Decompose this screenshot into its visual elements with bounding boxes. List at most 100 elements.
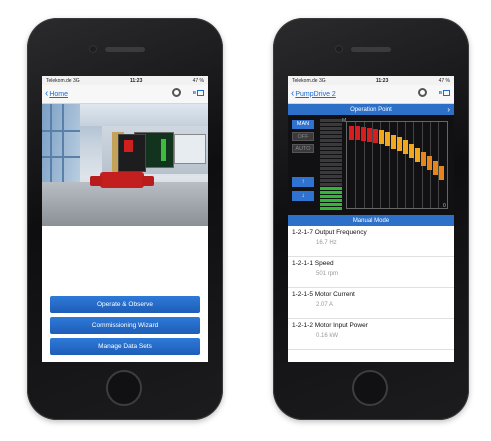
parameter-value: 0.16 kW [316,333,339,339]
bargraph-segment [320,179,342,182]
curve-segment [355,126,360,141]
curve-segment [427,156,432,171]
parameter-value: 2.07 A [316,302,334,308]
mode-off-button[interactable]: OFF [292,132,314,141]
curve-segment [373,128,378,143]
screen-home: Telekom.de 3G 11:23 47 % ‹ Home ʙ Operat… [42,76,208,362]
curve-segment [385,132,390,147]
operate-observe-button[interactable]: Operate & Observe [50,296,200,313]
bargraph-segment [320,119,342,122]
status-bar: Telekom.de 3G 11:23 47 % [42,76,208,85]
chevron-left-icon: ‹ [45,88,49,99]
bargraph-segment [320,171,342,174]
curve-segment [439,166,444,180]
parameter-label: 1-2-1-5 Motor Current [292,291,355,298]
chevron-right-icon: › [447,105,450,114]
curve-segment [403,140,408,155]
manual-mode-title: Manual Mode [352,217,390,224]
bargraph-segment [320,131,342,134]
status-time: 11:23 [129,77,143,84]
home-button[interactable] [352,370,388,406]
bargraph-segment [320,203,342,206]
bargraph-segment [320,207,342,210]
parameter-label: 1-2-1-2 Motor Input Power [292,322,368,329]
axis-bottom-label: 0 [443,203,446,209]
curve-segment [409,143,414,158]
bargraph-segment [320,199,342,202]
bargraph-segment [320,127,342,130]
camera-icon [335,45,343,53]
manual-mode-header: Manual Mode [288,215,454,226]
bluetooth-device-icon[interactable]: ʙ [193,89,204,96]
status-battery: 47 % [438,77,450,84]
bargraph-segment [320,155,342,158]
parameter-value: 501 rpm [316,271,339,277]
manage-data-sets-button[interactable]: Manage Data Sets [50,338,200,355]
back-button[interactable]: ‹ Home [45,88,69,99]
speaker-grille [351,47,391,52]
status-carrier: Telekom.de 3G [46,77,80,84]
back-label: PumpDrive 2 [295,90,336,98]
speed-bargraph [320,119,342,211]
axis-top-label: M [342,118,347,124]
increase-button[interactable]: ↑ [292,177,314,187]
list-item[interactable]: 1-2-1-2 Motor Input Power 0.16 kW [288,319,454,350]
back-button[interactable]: ‹ PumpDrive 2 [291,88,336,99]
nav-bar: ‹ Home ʙ [42,85,208,104]
operation-point-panel: MAN OFF AUTO ↑ ↓ M 0 [288,115,454,215]
status-time: 11:23 [375,77,389,84]
curve-segment [349,126,354,140]
bargraph-segment [320,139,342,142]
screen-pumpdrive: Telekom.de 3G 11:23 47 % ‹ PumpDrive 2 ʙ… [288,76,454,362]
curve-segment [391,134,396,149]
bargraph-segment [320,143,342,146]
bargraph-segment [320,183,342,186]
bargraph-segment [320,191,342,194]
curve-segment [397,137,402,152]
bargraph-segment [320,135,342,138]
commissioning-wizard-button[interactable]: Commissioning Wizard [50,317,200,334]
chevron-left-icon: ‹ [291,88,295,99]
bargraph-segment [320,163,342,166]
gear-icon[interactable] [171,88,181,97]
nav-bar: ‹ PumpDrive 2 ʙ [288,85,454,104]
curve-segment [421,151,426,166]
hero-image [42,104,208,226]
parameter-list: 1-2-1-7 Output Frequency 16.7 Hz 1-2-1-1… [288,226,454,350]
bluetooth-device-icon[interactable]: ʙ [439,89,450,96]
bargraph-segment [320,187,342,190]
mode-auto-button[interactable]: AUTO [292,144,314,153]
list-item[interactable]: 1-2-1-1 Speed 501 rpm [288,257,454,288]
operation-point-title: Operation Point [350,106,392,113]
curve-segment [367,127,372,142]
decrease-button[interactable]: ↓ [292,191,314,201]
status-carrier: Telekom.de 3G [292,77,326,84]
curve-segment [361,126,366,141]
list-item[interactable]: 1-2-1-5 Motor Current 2.07 A [288,288,454,319]
camera-icon [89,45,97,53]
list-item[interactable]: 1-2-1-7 Output Frequency 16.7 Hz [288,226,454,257]
operation-point-header[interactable]: Operation Point › [288,104,454,115]
phone-left: Telekom.de 3G 11:23 47 % ‹ Home ʙ Operat… [27,18,223,420]
bargraph-segment [320,159,342,162]
speaker-grille [105,47,145,52]
phone-right: Telekom.de 3G 11:23 47 % ‹ PumpDrive 2 ʙ… [273,18,469,420]
curve-segment [415,147,420,162]
bargraph-segment [320,175,342,178]
bargraph-segment [320,167,342,170]
bargraph-segment [320,195,342,198]
gear-icon[interactable] [417,88,427,97]
curve-segment [379,130,384,145]
bargraph-segment [320,147,342,150]
mode-man-button[interactable]: MAN [292,120,314,129]
status-battery: 47 % [192,77,204,84]
operation-curve-chart [346,121,448,209]
status-bar: Telekom.de 3G 11:23 47 % [288,76,454,85]
home-button[interactable] [106,370,142,406]
curve-segment [433,160,438,175]
parameter-label: 1-2-1-7 Output Frequency [292,229,367,236]
parameter-label: 1-2-1-1 Speed [292,260,334,267]
parameter-value: 16.7 Hz [316,240,337,246]
bargraph-segment [320,123,342,126]
back-label: Home [49,90,69,98]
